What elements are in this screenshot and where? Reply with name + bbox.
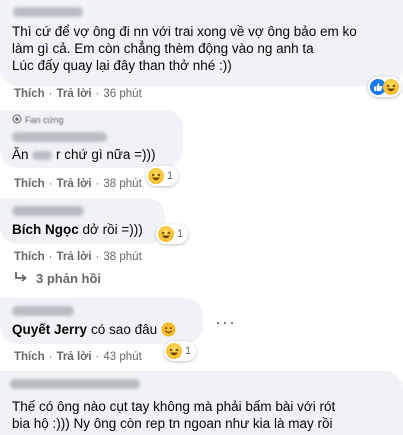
comment-text-line: Thì cứ để vợ ông đi nn với trai xong về …	[12, 24, 357, 39]
replies-label: 3 phản hồi	[36, 271, 101, 286]
comment-text: Quyết Jerry có sao đâu	[12, 321, 191, 338]
view-replies-link[interactable]: 3 phản hồi	[14, 271, 101, 286]
comment-bubble: Thì cứ để vợ ông đi nn với trai xong về …	[0, 0, 403, 86]
comment-text-body: dở rồi =)))	[82, 222, 143, 237]
comment-author[interactable]	[10, 376, 391, 391]
comment-time: 38 phút	[103, 178, 142, 190]
like-action[interactable]: Thích	[14, 351, 45, 363]
comment-time: 43 phút	[103, 351, 142, 363]
reply-action[interactable]: Trả lời	[57, 251, 92, 263]
comment-meta: Thích · Trả lời · 38 phút	[14, 251, 142, 263]
comment-author[interactable]	[12, 203, 153, 218]
comment-text-line: làm gì cả. Em còn chẳng thèm động vào ng…	[12, 41, 314, 56]
haha-emoji-icon	[158, 226, 174, 242]
comment-meta: Thích · Trả lời · 38 phút	[14, 178, 142, 190]
fan-badge-icon	[12, 114, 22, 126]
reaction-summary[interactable]: 1	[146, 166, 179, 186]
comment-bubble: Fan cứng Ăn r chứ gì nữa =)))	[0, 110, 183, 168]
comment-text-body: có sao đâu	[91, 322, 158, 337]
comment-bubble: Quyết Jerry có sao đâu	[0, 298, 203, 344]
comment-bubble: Bích Ngọc dở rồi =)))	[0, 198, 165, 244]
comment-author[interactable]	[13, 4, 391, 19]
comment-meta: Thích · Trả lời · 43 phút	[14, 351, 142, 363]
comment-text: Bích Ngọc dở rồi =)))	[12, 221, 153, 238]
like-action[interactable]: Thích	[14, 251, 45, 263]
comment-text-suffix: r chứ gì nữa =)))	[56, 147, 156, 162]
haha-emoji-icon	[166, 343, 182, 359]
mention-tag[interactable]: Quyết Jerry	[12, 321, 87, 338]
comment-text-line: Lúc đấy quay lại đây than thở nhé :))	[12, 58, 232, 73]
comment-time: 38 phút	[103, 251, 142, 263]
like-action[interactable]: Thích	[14, 178, 45, 190]
reaction-summary[interactable]	[368, 77, 401, 97]
reaction-count: 1	[167, 170, 174, 182]
reply-action[interactable]: Trả lời	[57, 178, 92, 190]
reaction-count: 1	[185, 345, 192, 357]
reaction-summary[interactable]: 1	[164, 341, 197, 361]
more-options-icon[interactable]: ···	[215, 312, 236, 333]
fan-badge-label: Fan cứng	[25, 115, 64, 125]
comment-text: Ăn r chứ gì nữa =)))	[12, 146, 171, 163]
comment-author[interactable]	[12, 129, 171, 144]
comment-author[interactable]	[12, 303, 191, 318]
comment-meta: Thích · Trả lời · 36 phút	[14, 88, 142, 100]
smile-emoji-icon	[161, 322, 176, 337]
reply-arrow-icon	[14, 271, 28, 286]
fan-badge: Fan cứng	[12, 114, 171, 126]
reaction-count: 1	[177, 228, 184, 240]
comment-time: 36 phút	[103, 88, 142, 100]
mention-tag[interactable]: Bích Ngọc	[12, 222, 79, 237]
like-action[interactable]: Thích	[14, 88, 45, 100]
haha-emoji-icon	[383, 79, 399, 95]
comment-text-line: bia hộ :))) Ny ông còn rep tn ngoan như …	[12, 416, 333, 431]
reply-action[interactable]: Trả lời	[57, 351, 92, 363]
reply-action[interactable]: Trả lời	[57, 88, 92, 100]
comment-text-line: Thế có ông nào cụt tay không mà phải bấm…	[12, 399, 336, 414]
haha-emoji-icon	[148, 168, 164, 184]
reaction-summary[interactable]: 1	[156, 224, 189, 244]
comment-text-prefix: Ăn	[12, 147, 29, 162]
comment-bubble: Thế có ông nào cụt tay không mà phải bấm…	[0, 371, 403, 435]
